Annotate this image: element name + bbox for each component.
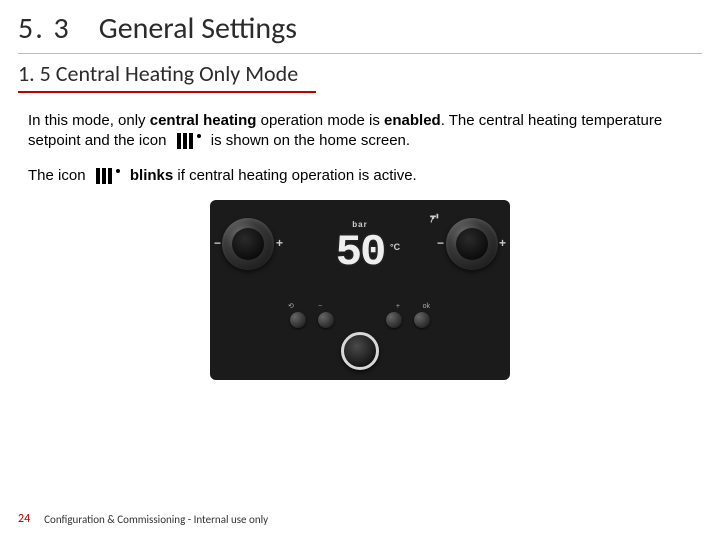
minus-label: − [437,236,444,250]
small-button-4 [414,312,430,328]
radiator-icon [96,168,120,184]
small-label-2: − [318,303,322,310]
page-title: 5. 3 General Settings [18,10,702,47]
plus-label: + [499,236,506,250]
device-illustration: − + − + bar 50 °C ⟲ − + ok [18,200,702,380]
center-button [341,332,379,370]
accent-underline [18,91,316,93]
right-knob [446,218,498,270]
small-button-1 [290,312,306,328]
paragraph-2: The icon blinks if central heating opera… [28,166,678,186]
radiator-icon [177,133,201,149]
body-text: In this mode, only central heating opera… [18,111,678,186]
subsection-title: 1. 5 Central Heating Only Mode [18,60,702,87]
section-number: 5. 3 [18,10,71,47]
title-divider [18,53,702,54]
temperature-display: 50 [336,228,385,278]
unit-label: °C [390,242,400,252]
page-number: 24 [18,512,30,526]
small-label-3: + [396,303,400,310]
small-label-1: ⟲ [288,302,294,310]
minus-label: − [214,236,221,250]
small-label-4: ok [423,303,430,310]
plus-label: + [276,236,283,250]
paragraph-1: In this mode, only central heating opera… [28,111,678,152]
control-panel: − + − + bar 50 °C ⟲ − + ok [210,200,510,380]
section-title: General Settings [99,10,297,47]
footer-text: Configuration & Commissioning - Internal… [44,513,268,526]
small-button-3 [386,312,402,328]
footer: 24 Configuration & Commissioning - Inter… [18,512,268,526]
tap-icon [426,212,440,226]
left-knob [222,218,274,270]
document-page: 5. 3 General Settings 1. 5 Central Heati… [0,0,720,540]
small-button-2 [318,312,334,328]
